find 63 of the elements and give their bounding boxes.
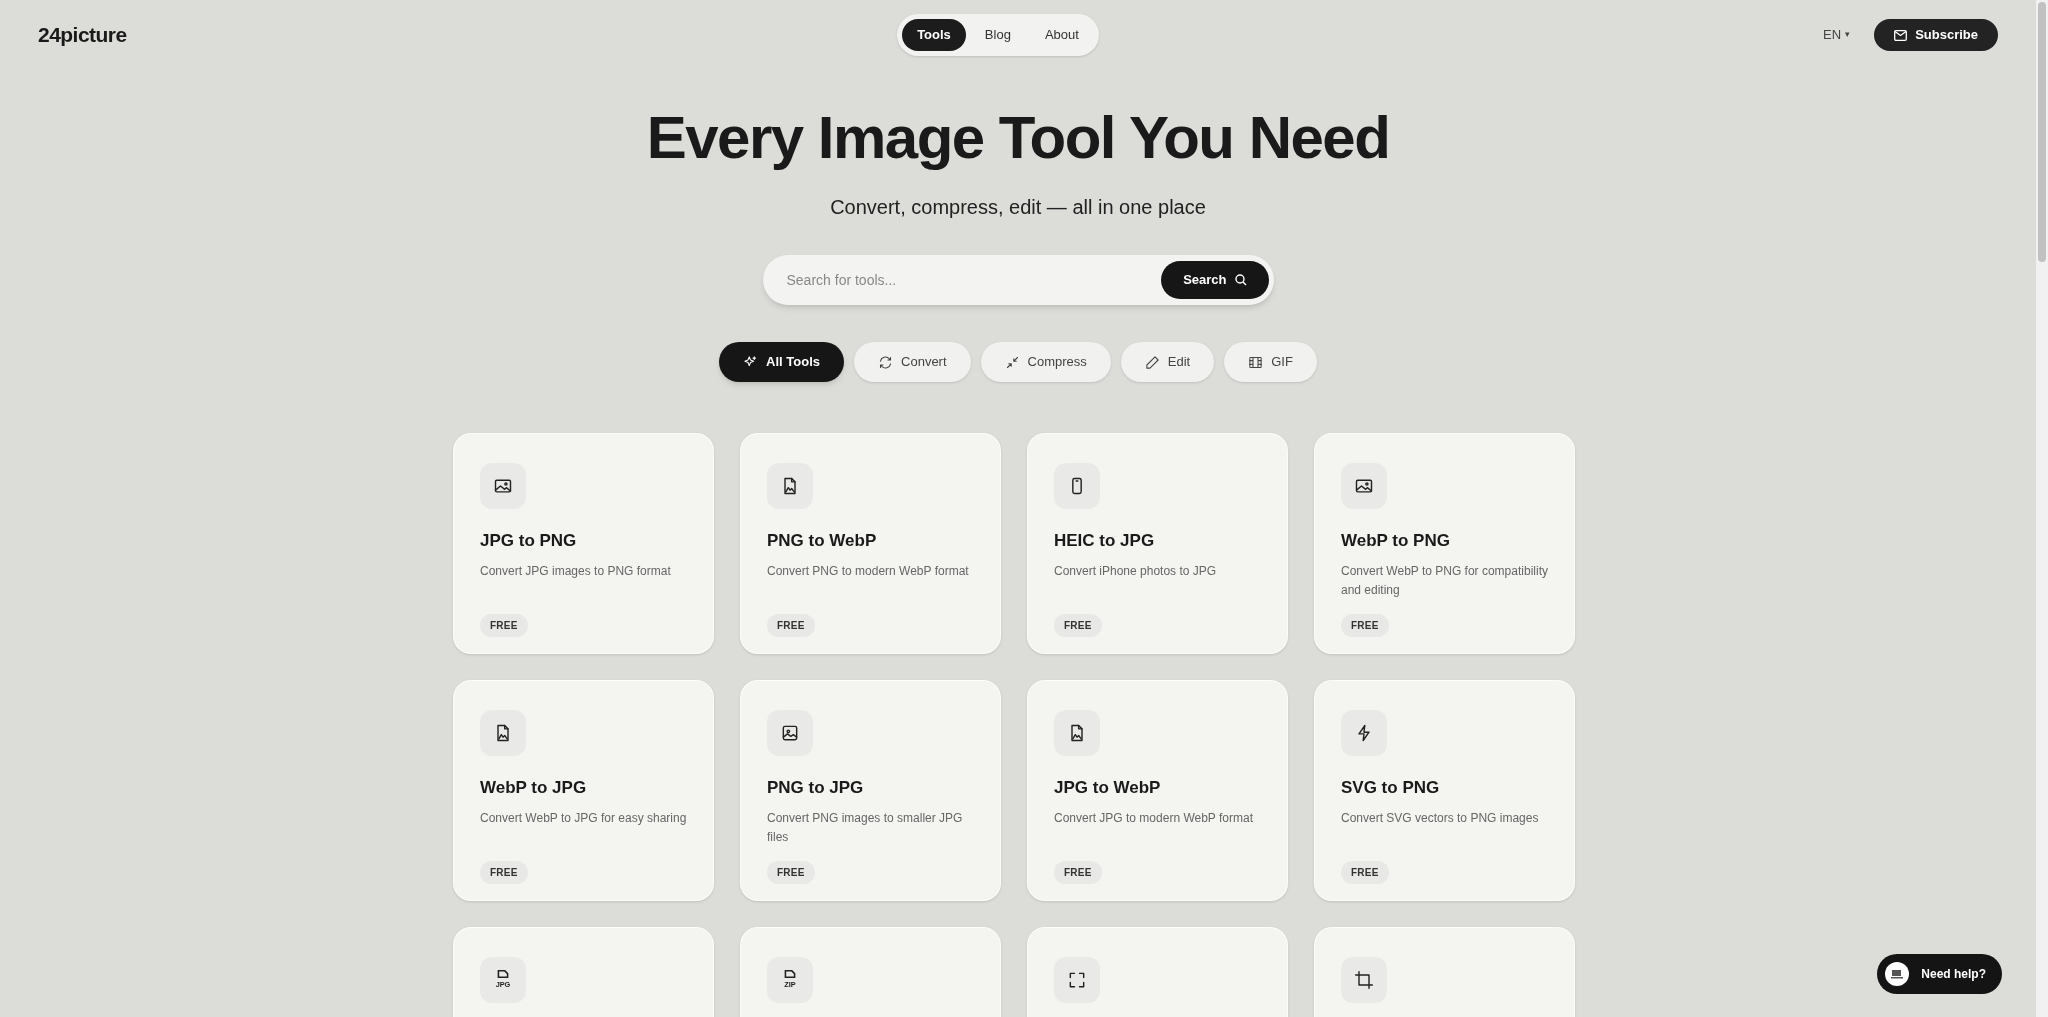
image-icon [1354,476,1374,496]
expand-icon [1067,970,1087,990]
free-badge: FREE [480,860,528,884]
card-title: WebP to JPG [480,777,588,799]
nav-tab[interactable]: Tools [902,19,966,51]
nav-tab[interactable]: About [1029,19,1094,51]
scrollbar[interactable] [2036,0,2048,1017]
card-description: Convert JPG to modern WebP format [1054,809,1254,827]
card-title: PNG to WebP [767,530,878,552]
mail-icon [1894,29,1908,41]
card-title: SVG to PNG [1341,777,1441,799]
card-title: JPG to WebP [1054,777,1162,799]
card-description: Convert SVG vectors to PNG images [1341,809,1540,827]
filter-chip[interactable]: All Tools [719,342,845,382]
logo[interactable]: 24picture [38,19,198,51]
help-button[interactable]: Need help? [1877,954,2002,994]
free-badge: FREE [767,613,815,637]
free-badge: FREE [1341,613,1389,637]
free-badge: FREE [767,860,815,884]
tool-card[interactable]: JPG to WebP Convert JPG to modern WebP format FREE [1027,680,1288,901]
hero-subtitle: Convert, compress, edit — all in one place [830,195,1206,220]
hero-title: Every Image Tool You Need [646,108,1390,168]
card-title: PNG to JPG [767,777,865,799]
card-description: Convert WebP to JPG for easy sharing [480,809,687,827]
avatar-icon [1885,962,1910,986]
search-field[interactable]: Search for tools... Search [762,255,1274,305]
search-button[interactable]: Search [1161,261,1269,299]
language-selector[interactable]: EN ▾ [1823,25,1851,45]
card-description: Convert PNG to modern WebP format [767,562,970,580]
filter-chip[interactable]: Convert [854,342,971,382]
tool-card[interactable]: SVG to PNG Convert SVG vectors to PNG images FREE [1314,680,1575,901]
tool-card[interactable]: PNG to JPG Convert PNG images to smaller JPG files FREE [740,680,1001,901]
card-title: HEIC to JPG [1054,530,1156,552]
card-description: Convert PNG images to smaller JPG files [767,809,964,846]
tool-card[interactable]: HEIC to JPG Convert iPhone photos to JPG FREE [1027,433,1288,654]
card-description: Convert WebP to PNG for compatibility and editing [1341,562,1548,599]
free-badge: FREE [1054,613,1102,637]
nav-tab[interactable]: Blog [969,19,1026,51]
free-badge: FREE [1341,860,1389,884]
film-icon [1248,354,1264,370]
tool-card[interactable]: WebP to PNG Convert WebP to PNG for compatibility and editing FREE [1314,433,1575,654]
free-badge: FREE [1054,860,1102,884]
free-badge: FREE [480,613,528,637]
compress-icon [1004,354,1020,370]
tool-card[interactable]: WebP to JPG Convert WebP to JPG for easy sharing FREE [453,680,714,901]
tool-card[interactable]: ZIP [740,927,1001,1017]
tool-card[interactable]: PNG to WebP Convert PNG to modern WebP format FREE [740,433,1001,654]
tool-card[interactable]: JPG to PNG Convert JPG images to PNG format FREE [453,433,714,654]
search-icon [1234,274,1247,286]
filter-chip[interactable]: GIF [1224,342,1317,382]
refresh-icon [878,354,894,370]
card-description: Convert JPG images to PNG format [480,562,672,580]
filter-chip[interactable]: Compress [980,342,1111,382]
image-icon [780,723,800,743]
card-description: Convert iPhone photos to JPG [1054,562,1218,580]
image-icon [493,476,513,496]
pencil-icon [1144,354,1160,370]
crop-icon [1354,970,1374,990]
tool-card[interactable]: JPG [453,927,714,1017]
card-title: WebP to PNG [1341,530,1451,552]
card-title: JPG to PNG [480,530,578,552]
filter-chip[interactable]: Edit [1120,342,1215,382]
subscribe-button[interactable]: Subscribe [1874,19,1998,51]
